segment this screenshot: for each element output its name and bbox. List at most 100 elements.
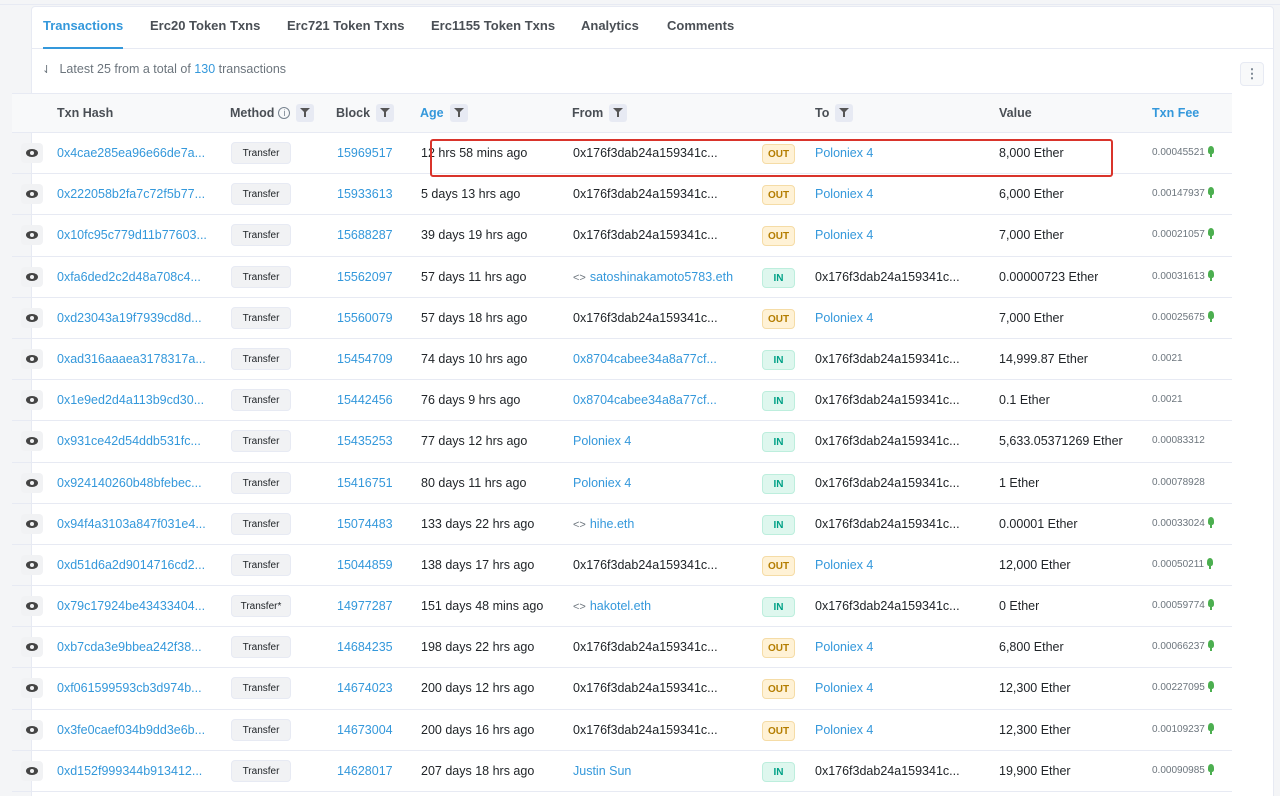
txn-hash-link[interactable]: 0xfa6ded2c2d48a708c4... bbox=[57, 257, 215, 297]
gas-bulb-icon[interactable] bbox=[1207, 516, 1214, 528]
from-address[interactable]: Poloniex 4 bbox=[573, 463, 755, 503]
view-details-eye-icon[interactable] bbox=[21, 472, 43, 493]
gas-bulb-icon[interactable] bbox=[1207, 228, 1214, 240]
block-link[interactable]: 15933613 bbox=[337, 174, 393, 214]
gas-bulb-icon[interactable] bbox=[1207, 681, 1214, 693]
view-details-eye-icon[interactable] bbox=[21, 390, 43, 411]
gas-bulb-icon[interactable] bbox=[1207, 763, 1214, 775]
txn-hash-link[interactable]: 0x79c17924be43433404... bbox=[57, 586, 215, 626]
block-link[interactable]: 14628017 bbox=[337, 751, 393, 791]
txn-hash-link[interactable]: 0x4cae285ea96e66de7a... bbox=[57, 133, 215, 173]
from-address[interactable]: <> satoshinakamoto5783.eth bbox=[573, 257, 755, 298]
from-address[interactable]: <> hakotel.eth bbox=[573, 586, 755, 627]
from-address[interactable]: Justin Sun bbox=[573, 751, 755, 791]
gas-bulb-icon[interactable] bbox=[1207, 640, 1214, 652]
txn-hash-link[interactable]: 0x3fe0caef034b9dd3e6b... bbox=[57, 710, 215, 750]
more-options-button[interactable]: ⋮ bbox=[1240, 62, 1264, 86]
from-address[interactable]: <> hihe.eth bbox=[573, 504, 755, 545]
method-filter-icon[interactable] bbox=[296, 103, 315, 122]
tab-comments[interactable]: Comments bbox=[667, 7, 734, 49]
from-address-text[interactable]: hihe.eth bbox=[590, 517, 634, 531]
from-address-text[interactable]: Poloniex 4 bbox=[573, 476, 631, 490]
to-address[interactable]: Poloniex 4 bbox=[815, 298, 975, 338]
to-address[interactable]: Poloniex 4 bbox=[815, 215, 975, 255]
to-address[interactable]: Poloniex 4 bbox=[815, 133, 975, 173]
view-details-eye-icon[interactable] bbox=[21, 596, 43, 617]
block-link[interactable]: 14977287 bbox=[337, 586, 393, 626]
txn-hash-link[interactable]: 0xd23043a19f7939cd8d... bbox=[57, 298, 215, 338]
tab-erc721-token-txns[interactable]: Erc721 Token Txns bbox=[287, 7, 405, 49]
to-address[interactable]: Poloniex 4 bbox=[815, 174, 975, 214]
view-details-eye-icon[interactable] bbox=[21, 637, 43, 658]
from-address[interactable]: 0x8704cabee34a8a77cf... bbox=[573, 339, 755, 379]
to-address[interactable]: Poloniex 4 bbox=[815, 668, 975, 708]
summary-count-link[interactable]: 130 bbox=[194, 62, 215, 76]
gas-bulb-icon[interactable] bbox=[1207, 557, 1214, 569]
gas-bulb-icon[interactable] bbox=[1207, 722, 1214, 734]
from-address-text[interactable]: 0x8704cabee34a8a77cf... bbox=[573, 352, 717, 366]
block-link[interactable]: 15416751 bbox=[337, 463, 393, 503]
block-filter-icon[interactable] bbox=[376, 103, 395, 122]
block-link[interactable]: 15454709 bbox=[337, 339, 393, 379]
view-details-eye-icon[interactable] bbox=[21, 307, 43, 328]
to-address[interactable]: Poloniex 4 bbox=[815, 710, 975, 750]
view-details-eye-icon[interactable] bbox=[21, 431, 43, 452]
from-address-text[interactable]: 0x8704cabee34a8a77cf... bbox=[573, 393, 717, 407]
column-header-age[interactable]: Age bbox=[420, 94, 468, 132]
tab-erc1155-token-txns[interactable]: Erc1155 Token Txns bbox=[431, 7, 555, 49]
view-details-eye-icon[interactable] bbox=[21, 513, 43, 534]
block-link[interactable]: 15442456 bbox=[337, 380, 393, 420]
tab-transactions[interactable]: Transactions bbox=[43, 7, 124, 49]
block-link[interactable]: 15560079 bbox=[337, 298, 393, 338]
to-address[interactable]: Poloniex 4 bbox=[815, 627, 975, 667]
txn-hash-link[interactable]: 0xad316aaaea3178317a... bbox=[57, 339, 215, 379]
block-link[interactable]: 15688287 bbox=[337, 215, 393, 255]
from-address[interactable]: 0x8704cabee34a8a77cf... bbox=[573, 380, 755, 420]
block-link[interactable]: 14684235 bbox=[337, 627, 393, 667]
block-link[interactable]: 15562097 bbox=[337, 257, 393, 297]
txn-hash-link[interactable]: 0x1e9ed2d4a113b9cd30... bbox=[57, 380, 215, 420]
block-link[interactable]: 14673004 bbox=[337, 710, 393, 750]
to-filter-icon[interactable] bbox=[835, 103, 854, 122]
txn-hash-link[interactable]: 0xd152f999344b913412... bbox=[57, 751, 215, 791]
block-link[interactable]: 15044859 bbox=[337, 545, 393, 585]
txn-hash-link[interactable]: 0xd51d6a2d9014716cd2... bbox=[57, 545, 215, 585]
info-icon[interactable]: i bbox=[278, 106, 291, 119]
from-address-text[interactable]: satoshinakamoto5783.eth bbox=[590, 270, 733, 284]
block-link[interactable]: 15969517 bbox=[337, 133, 393, 173]
view-details-eye-icon[interactable] bbox=[21, 184, 43, 205]
gas-bulb-icon[interactable] bbox=[1207, 310, 1214, 322]
gas-bulb-icon[interactable] bbox=[1207, 187, 1214, 199]
tab-erc20-token-txns[interactable]: Erc20 Token Txns bbox=[150, 7, 260, 49]
view-details-eye-icon[interactable] bbox=[21, 678, 43, 699]
gas-bulb-icon[interactable] bbox=[1207, 269, 1214, 281]
view-details-eye-icon[interactable] bbox=[21, 719, 43, 740]
txn-hash-link[interactable]: 0xb7cda3e9bbea242f38... bbox=[57, 627, 215, 667]
view-details-eye-icon[interactable] bbox=[21, 266, 43, 287]
from-address-text[interactable]: hakotel.eth bbox=[590, 599, 651, 613]
age-filter-icon[interactable] bbox=[449, 103, 468, 122]
to-address[interactable]: Poloniex 4 bbox=[815, 545, 975, 585]
gas-bulb-icon[interactable] bbox=[1207, 599, 1214, 611]
txn-hash-link[interactable]: 0xf061599593cb3d974b... bbox=[57, 668, 215, 708]
view-details-eye-icon[interactable] bbox=[21, 760, 43, 781]
view-details-eye-icon[interactable] bbox=[21, 225, 43, 246]
block-link[interactable]: 15435253 bbox=[337, 421, 393, 461]
from-address-text[interactable]: Justin Sun bbox=[573, 764, 631, 778]
column-header-txn-fee[interactable]: Txn Fee bbox=[1152, 94, 1199, 132]
txn-hash-link[interactable]: 0x222058b2fa7c72f5b77... bbox=[57, 174, 215, 214]
age-header-label[interactable]: Age bbox=[420, 106, 444, 120]
block-link[interactable]: 15074483 bbox=[337, 504, 393, 544]
txn-hash-link[interactable]: 0x10fc95c779d11b77603... bbox=[57, 215, 215, 255]
view-details-eye-icon[interactable] bbox=[21, 348, 43, 369]
view-details-eye-icon[interactable] bbox=[21, 143, 43, 163]
txn-hash-link[interactable]: 0x94f4a3103a847f031e4... bbox=[57, 504, 215, 544]
tab-analytics[interactable]: Analytics bbox=[581, 7, 639, 49]
from-address-text[interactable]: Poloniex 4 bbox=[573, 434, 631, 448]
txn-hash-link[interactable]: 0x924140260b48bfebec... bbox=[57, 463, 215, 503]
from-address[interactable]: Poloniex 4 bbox=[573, 421, 755, 461]
view-details-eye-icon[interactable] bbox=[21, 554, 43, 575]
gas-bulb-icon[interactable] bbox=[1207, 146, 1214, 157]
txn-fee-header-label[interactable]: Txn Fee bbox=[1152, 106, 1199, 120]
from-filter-icon[interactable] bbox=[609, 103, 628, 122]
